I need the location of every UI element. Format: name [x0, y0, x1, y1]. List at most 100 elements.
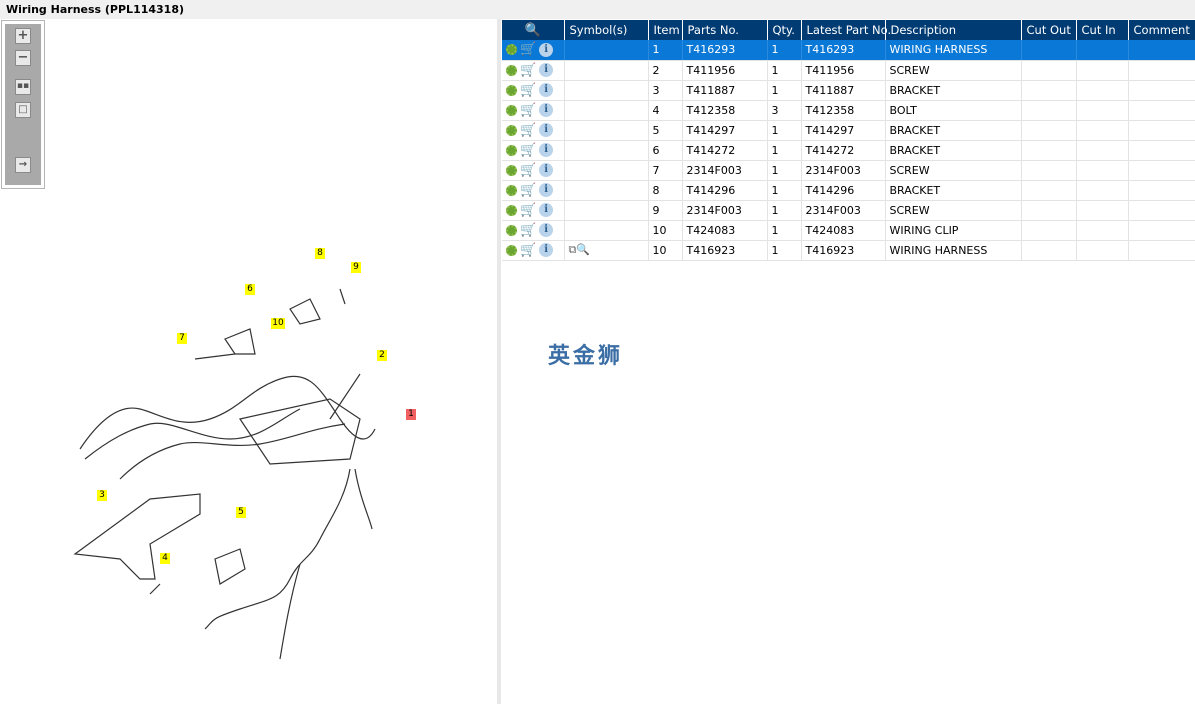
cell-part: 2314F003 — [682, 160, 768, 181]
zoom-doc-icon[interactable]: ⧉🔍 — [569, 243, 591, 256]
callout-9[interactable]: 9 — [351, 262, 361, 273]
column-header[interactable]: Parts No. — [682, 20, 768, 40]
callout-7[interactable]: 7 — [177, 333, 187, 344]
export-button[interactable]: → — [15, 157, 31, 173]
zoom-in-button[interactable]: + — [15, 28, 31, 44]
cart-icon[interactable]: 🛒 — [520, 64, 536, 77]
symbols-cell — [564, 100, 649, 121]
cell-qty: 1 — [767, 40, 802, 61]
callout-4[interactable]: 4 — [160, 553, 170, 564]
cell-comment — [1128, 120, 1195, 141]
settings-icon[interactable] — [506, 124, 517, 136]
cell-qty: 3 — [767, 100, 802, 121]
cart-icon[interactable]: 🛒 — [520, 144, 536, 157]
column-header[interactable]: Description — [885, 20, 1022, 40]
settings-icon[interactable] — [506, 164, 517, 176]
cell-qty: 1 — [767, 120, 802, 141]
column-header[interactable]: Qty. — [767, 20, 802, 40]
cell-desc: WIRING HARNESS — [885, 240, 1022, 261]
callout-1[interactable]: 1 — [406, 409, 416, 420]
info-icon[interactable]: i — [539, 183, 554, 197]
cell-latest: T411956 — [801, 60, 886, 81]
row-actions: 🛒 i — [502, 180, 565, 201]
search-doc-icon[interactable]: 🔍 — [525, 23, 541, 38]
info-icon[interactable]: i — [539, 143, 554, 157]
column-header-tools[interactable]: 🔍 — [502, 20, 565, 40]
cell-cut-out — [1021, 240, 1077, 261]
table-row[interactable]: 🛒 i 1 T416293 1 T416293 WIRING HARNESS — [502, 40, 1195, 61]
cell-cut-in — [1076, 40, 1129, 61]
callout-3[interactable]: 3 — [97, 490, 107, 501]
cart-icon[interactable]: 🛒 — [520, 104, 536, 117]
cell-part: T412358 — [682, 100, 768, 121]
info-icon[interactable]: i — [539, 203, 554, 217]
cell-cut-out — [1021, 140, 1077, 161]
info-icon[interactable]: i — [539, 223, 554, 237]
diagram-pane[interactable]: 1 2 3 4 5 6 7 8 9 10 — [0, 19, 497, 704]
settings-icon[interactable] — [506, 84, 517, 96]
fit-all-button[interactable]: ▪▪ — [15, 79, 31, 95]
settings-icon[interactable] — [506, 64, 517, 76]
callout-10[interactable]: 10 — [271, 318, 285, 329]
zoom-out-button[interactable]: − — [15, 50, 31, 66]
table-row[interactable]: 🛒 i 7 2314F003 1 2314F003 SCREW — [502, 160, 1195, 181]
cell-item: 6 — [648, 140, 683, 161]
info-icon[interactable]: i — [539, 103, 554, 117]
cart-icon[interactable]: 🛒 — [520, 244, 536, 257]
callout-5[interactable]: 5 — [236, 507, 246, 518]
cart-icon[interactable]: 🛒 — [520, 224, 536, 237]
cell-cut-in — [1076, 120, 1129, 141]
column-header[interactable]: Latest Part No. — [801, 20, 891, 40]
table-row[interactable]: 🛒 i 4 T412358 3 T412358 BOLT — [502, 100, 1195, 121]
cart-icon[interactable]: 🛒 — [520, 164, 536, 177]
cart-icon[interactable]: 🛒 — [520, 204, 536, 217]
settings-icon[interactable] — [506, 224, 517, 236]
callout-8[interactable]: 8 — [315, 248, 325, 259]
info-icon[interactable]: i — [539, 63, 554, 77]
cell-item: 7 — [648, 160, 683, 181]
cart-icon[interactable]: 🛒 — [520, 84, 536, 97]
info-icon[interactable]: i — [539, 42, 554, 57]
cell-desc: BRACKET — [885, 80, 1022, 101]
callout-6[interactable]: 6 — [245, 284, 255, 295]
column-header[interactable]: Comment — [1128, 20, 1195, 40]
cart-icon[interactable]: 🛒 — [520, 43, 536, 56]
settings-icon[interactable] — [506, 104, 517, 116]
settings-icon[interactable] — [506, 204, 517, 216]
cell-desc: WIRING CLIP — [885, 220, 1022, 241]
info-icon[interactable]: i — [539, 83, 554, 97]
cell-cut-in — [1076, 200, 1129, 221]
cart-icon[interactable]: 🛒 — [520, 184, 536, 197]
table-row[interactable]: 🛒 i 3 T411887 1 T411887 BRACKET — [502, 80, 1195, 101]
pane-splitter[interactable] — [497, 19, 501, 704]
cell-latest: 2314F003 — [801, 200, 886, 221]
table-row[interactable]: 🛒 i 10 T424083 1 T424083 WIRING CLIP — [502, 220, 1195, 241]
row-actions: 🛒 i — [502, 160, 565, 181]
info-icon[interactable]: i — [539, 243, 554, 257]
table-row[interactable]: 🛒 i 2 T411956 1 T411956 SCREW — [502, 60, 1195, 81]
column-header[interactable]: Cut Out — [1021, 20, 1077, 40]
cell-qty: 1 — [767, 160, 802, 181]
cell-part: T424083 — [682, 220, 768, 241]
cart-icon[interactable]: 🛒 — [520, 124, 536, 137]
table-row[interactable]: 🛒 i 5 T414297 1 T414297 BRACKET — [502, 120, 1195, 141]
table-row[interactable]: 🛒 i ⧉🔍 10 T416923 1 T416923 WIRING HARNESS — [502, 240, 1195, 261]
cell-cut-in — [1076, 180, 1129, 201]
symbols-cell — [564, 200, 649, 221]
callout-2[interactable]: 2 — [377, 350, 387, 361]
info-icon[interactable]: i — [539, 163, 554, 177]
column-header[interactable]: Cut In — [1076, 20, 1129, 40]
column-header[interactable]: Item — [648, 20, 683, 40]
settings-icon[interactable] — [506, 244, 517, 256]
table-row[interactable]: 🛒 i 8 T414296 1 T414296 BRACKET — [502, 180, 1195, 201]
settings-icon[interactable] — [506, 184, 517, 196]
table-row[interactable]: 🛒 i 6 T414272 1 T414272 BRACKET — [502, 140, 1195, 161]
settings-icon[interactable] — [506, 144, 517, 156]
settings-icon[interactable] — [506, 44, 517, 56]
actual-size-button[interactable]: □ — [15, 102, 31, 118]
info-icon[interactable]: i — [539, 123, 554, 137]
cell-comment — [1128, 140, 1195, 161]
table-row[interactable]: 🛒 i 9 2314F003 1 2314F003 SCREW — [502, 200, 1195, 221]
cell-cut-in — [1076, 140, 1129, 161]
column-header[interactable]: Symbol(s) — [564, 20, 649, 40]
